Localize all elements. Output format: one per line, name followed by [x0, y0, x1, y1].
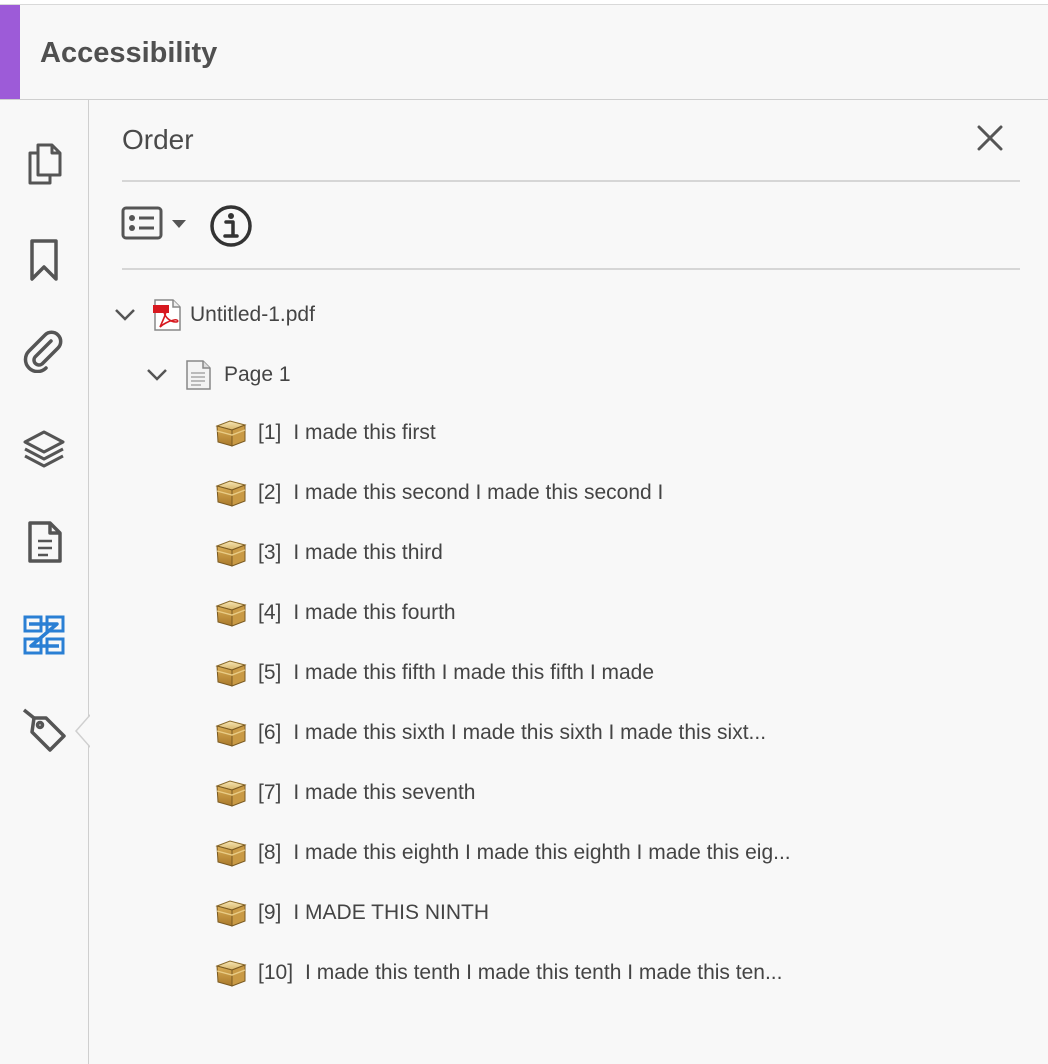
bookmarks-icon[interactable]: [18, 234, 70, 286]
chevron-down-icon[interactable]: [110, 300, 140, 330]
order-item-number: [3]: [258, 541, 282, 564]
order-item[interactable]: [10] I made this tenth I made this tenth …: [214, 953, 782, 993]
content-box-icon: [214, 717, 248, 749]
order-item-text: I made this first: [293, 421, 436, 444]
order-icon[interactable]: [18, 609, 70, 661]
content-box-icon: [214, 477, 248, 509]
navigation-rail: [0, 100, 91, 1064]
order-item[interactable]: [6] I made this sixth I made this sixth I…: [214, 713, 766, 753]
order-item-number: [9]: [258, 901, 282, 924]
options-list-icon: [120, 205, 164, 246]
content-box-icon: [214, 837, 248, 869]
content-box-icon: [214, 897, 248, 929]
order-item-text: I made this fourth: [293, 601, 456, 624]
order-item-text: I MADE THIS NINTH: [293, 901, 489, 924]
layers-icon[interactable]: [18, 423, 70, 475]
order-item-number: [10]: [258, 961, 294, 984]
page-icon: [184, 359, 212, 391]
order-item-number: [2]: [258, 481, 282, 504]
order-item-text: I made this fifth I made this fifth I ma…: [293, 661, 655, 684]
content-icon[interactable]: [18, 516, 70, 568]
tree-node-document[interactable]: Untitled-1.pdf: [110, 295, 315, 335]
order-item-text: I made this seventh: [293, 781, 476, 804]
content-box-icon: [214, 417, 248, 449]
content-box-icon: [214, 957, 248, 989]
close-icon[interactable]: [970, 118, 1010, 158]
tool-accent-bar: [0, 5, 20, 99]
attachments-icon[interactable]: [18, 324, 70, 376]
tree-node-page[interactable]: Page 1: [142, 355, 291, 395]
order-item-number: [7]: [258, 781, 282, 804]
chevron-down-icon: [172, 216, 186, 234]
page-thumbnails-icon[interactable]: [18, 138, 70, 190]
document-label: Untitled-1.pdf: [190, 303, 315, 326]
chevron-down-icon[interactable]: [142, 360, 172, 390]
order-item-number: [8]: [258, 841, 282, 864]
content-box-icon: [214, 657, 248, 689]
info-icon[interactable]: [206, 201, 256, 251]
order-item-text: I made this eighth I made this eighth I …: [293, 841, 791, 864]
order-item[interactable]: [7] I made this seventh: [214, 773, 475, 813]
order-item[interactable]: [8] I made this eighth I made this eighth…: [214, 833, 791, 873]
order-item-number: [4]: [258, 601, 282, 624]
order-item-number: [1]: [258, 421, 282, 444]
active-panel-pointer: [75, 714, 91, 748]
content-box-icon: [214, 777, 248, 809]
order-item-text: I made this second I made this second I: [293, 481, 664, 504]
order-item[interactable]: [9] I MADE THIS NINTH: [214, 893, 489, 933]
order-item[interactable]: [3] I made this third: [214, 533, 443, 573]
order-item-text: I made this tenth I made this tenth I ma…: [305, 961, 783, 984]
order-item[interactable]: [5] I made this fifth I made this fifth I…: [214, 653, 654, 693]
tags-icon[interactable]: [18, 706, 70, 758]
order-item[interactable]: [4] I made this fourth: [214, 593, 456, 633]
page-label: Page 1: [224, 363, 291, 386]
order-item-text: I made this third: [293, 541, 443, 564]
options-list-button[interactable]: [120, 203, 192, 247]
pdf-file-icon: [152, 298, 182, 332]
content-box-icon: [214, 537, 248, 569]
tool-title: Accessibility: [40, 37, 218, 69]
order-item-number: [6]: [258, 721, 282, 744]
panel-divider-bottom: [122, 268, 1020, 270]
order-item-number: [5]: [258, 661, 282, 684]
order-item[interactable]: [1] I made this first: [214, 413, 436, 453]
panel-title: Order: [122, 124, 194, 155]
order-item-text: I made this sixth I made this sixth I ma…: [293, 721, 767, 744]
content-box-icon: [214, 597, 248, 629]
order-item[interactable]: [2] I made this second I made this second…: [214, 473, 663, 513]
tool-header: Accessibility: [0, 5, 1048, 100]
panel-divider-top: [122, 180, 1020, 182]
